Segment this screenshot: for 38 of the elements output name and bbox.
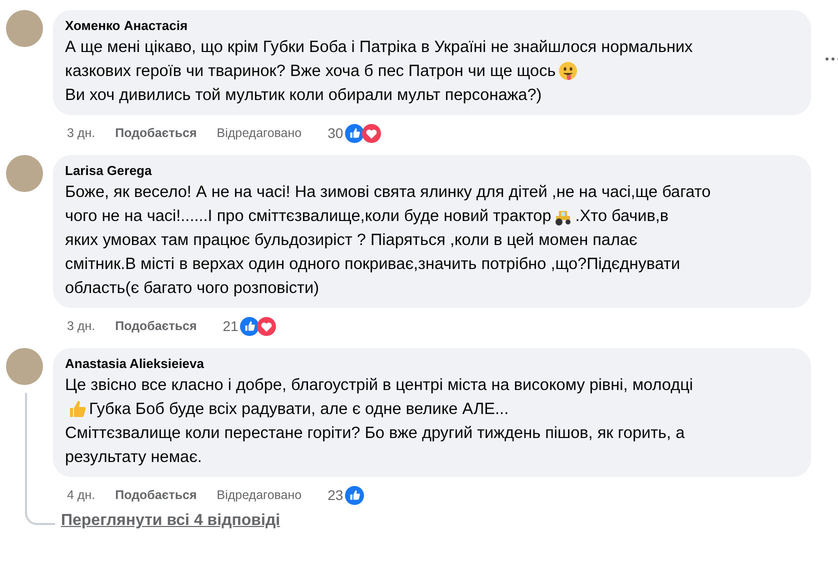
comment-author[interactable]: Anastasia Alieksieieva bbox=[65, 355, 799, 373]
heart-reaction-icon bbox=[362, 124, 382, 142]
like-link[interactable]: Подобається bbox=[115, 316, 197, 336]
comment-text: смітник.В місті в верхах один одного покриває,значить потрібно ,що?Підєднувати bbox=[65, 254, 680, 275]
comment-text: .Хто бачив,в bbox=[575, 206, 669, 227]
comment-text: Це звісно все класно і добре, благоустрій в центрі міста на високому рівні, молодці bbox=[65, 375, 694, 396]
comment-text: чого не на часі!......І про сміттєзвалище,коли буде новий трактор bbox=[65, 206, 552, 227]
avatar[interactable] bbox=[6, 10, 43, 47]
reaction-count[interactable]: 23 bbox=[328, 484, 344, 506]
like-reaction-icon bbox=[345, 486, 364, 504]
comment-text: А ще мені цікаво, що крім Губки Боба і Патріка в Україні не знайшлося нормальних bbox=[65, 37, 693, 58]
like-link[interactable]: Подобається bbox=[115, 124, 197, 142]
comment-text: Губка Боб буде всіх радувати, але є одне велике АЛЕ... bbox=[89, 399, 509, 420]
comment-author[interactable]: Larisa Gerega bbox=[65, 162, 799, 180]
comment-text: яких умовах там працює бульдозиріст ? Піаряться ,коли в цей момен палає bbox=[65, 230, 638, 251]
heart-reaction-icon bbox=[257, 316, 276, 336]
like-reaction-icon bbox=[345, 124, 364, 142]
comment-text: область(є багато чого розповісти) bbox=[65, 278, 320, 299]
avatar[interactable] bbox=[6, 155, 43, 192]
comment-time[interactable]: 3 дн. bbox=[67, 316, 96, 336]
comment-time[interactable]: 3 дн. bbox=[67, 124, 96, 142]
like-link[interactable]: Подобається bbox=[115, 486, 197, 504]
reaction-count[interactable]: 21 bbox=[222, 316, 238, 336]
comment-text: результату немає. bbox=[65, 447, 202, 468]
comment-text: Боже, як весело! А не на часі! На зимові свята ялинку для дітей ,не на часі,ще багато bbox=[65, 182, 711, 203]
view-replies-link[interactable]: Переглянути всі 4 відповіді bbox=[0, 507, 280, 533]
reaction-count[interactable]: 30 bbox=[328, 122, 344, 144]
comment-time[interactable]: 4 дн. bbox=[67, 486, 96, 504]
comment-text: Сміттєзвалище коли перестане горіти? Бо вже другий тиждень пішов, як горить, а bbox=[65, 423, 685, 444]
like-reaction-icon bbox=[240, 316, 260, 336]
comment-author[interactable]: Хоменко Анастасія bbox=[65, 17, 799, 35]
comment-text: Ви хоч дивились той мультик коли обирали мульт персонажа?) bbox=[65, 85, 542, 106]
grinning-face-icon bbox=[558, 61, 578, 81]
edited-label[interactable]: Відредаговано bbox=[216, 486, 302, 504]
comment-text: казкових героїв чи тваринок? Вже хоча б пес Патрон чи ще щось bbox=[65, 61, 556, 82]
thumbs-up-icon bbox=[67, 399, 87, 419]
edited-label[interactable]: Відредаговано bbox=[216, 124, 302, 142]
avatar[interactable] bbox=[6, 348, 43, 385]
